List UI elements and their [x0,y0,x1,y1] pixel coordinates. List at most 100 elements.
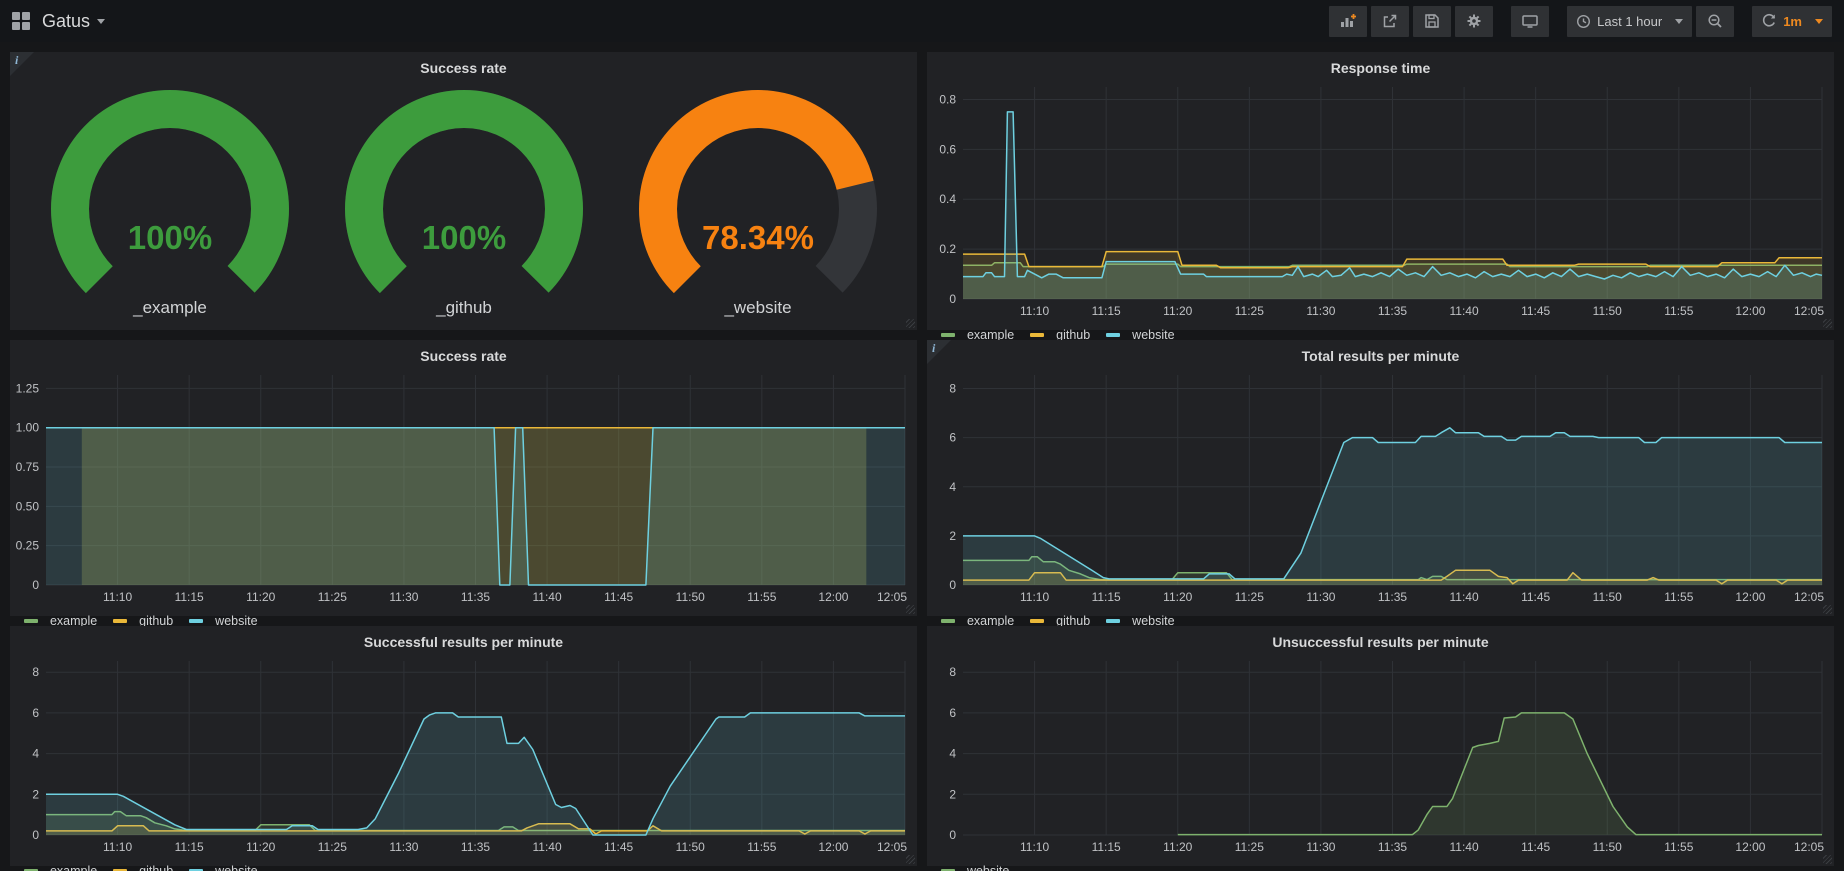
svg-text:11:25: 11:25 [1235,304,1264,318]
svg-text:11:35: 11:35 [1378,590,1407,604]
legend-color-dash [1106,619,1120,623]
svg-text:11:10: 11:10 [103,840,132,854]
chart-canvas: 0246811:1011:1511:2011:2511:3011:3511:40… [10,653,917,857]
svg-text:11:50: 11:50 [676,590,705,604]
legend-color-dash [1030,619,1044,623]
refresh-icon [1761,13,1777,29]
legend-item-_website[interactable]: _website [941,864,1009,871]
legend-color-dash [1030,333,1044,337]
time-range-button[interactable]: Last 1 hour [1567,6,1692,37]
unsuccessful-results-chart[interactable]: 0246811:1011:1511:2011:2511:3011:3511:40… [927,653,1834,862]
zoom-out-icon [1707,13,1723,29]
gauge-value: 100% [127,219,211,256]
svg-text:11:30: 11:30 [389,590,418,604]
tv-mode-button[interactable] [1511,6,1549,37]
svg-text:11:55: 11:55 [747,590,776,604]
svg-text:2: 2 [949,787,956,801]
share-button[interactable] [1371,6,1409,37]
svg-text:11:50: 11:50 [1593,590,1622,604]
legend-item-_website[interactable]: _website [189,864,257,871]
panel-title[interactable]: Total results per minute [927,340,1834,367]
panel-info-corner-icon[interactable]: i [927,340,951,364]
gauge-label: _example [132,298,207,317]
svg-text:11:30: 11:30 [1306,840,1335,854]
svg-text:12:05: 12:05 [1794,590,1824,604]
time-range-label: Last 1 hour [1597,14,1662,29]
svg-text:6: 6 [949,431,956,445]
svg-text:12:00: 12:00 [818,590,848,604]
panel-title[interactable]: Successful results per minute [10,626,917,653]
svg-text:11:40: 11:40 [1450,304,1479,318]
gauge-label: _github [435,298,492,317]
svg-text:11:40: 11:40 [1450,590,1479,604]
svg-text:12:05: 12:05 [877,840,907,854]
svg-text:11:20: 11:20 [1163,304,1192,318]
apps-grid-icon[interactable] [12,12,30,30]
total-results-chart[interactable]: 0246811:1011:1511:2011:2511:3011:3511:40… [927,367,1834,612]
legend-color-dash [941,333,955,337]
add-panel-button[interactable] [1329,6,1367,37]
svg-text:0.25: 0.25 [16,539,40,553]
refresh-button[interactable]: 1m [1752,6,1832,37]
svg-text:0: 0 [32,578,39,592]
panel-response-time: Response time 00.20.40.60.811:1011:1511:… [927,52,1834,330]
clock-icon [1576,14,1591,29]
chart-legend: _website [927,862,1834,871]
svg-text:11:35: 11:35 [461,590,490,604]
svg-text:11:55: 11:55 [1664,304,1693,318]
successful-results-chart[interactable]: 0246811:1011:1511:2011:2511:3011:3511:40… [10,653,917,862]
svg-text:0: 0 [32,828,39,842]
chart-canvas: 0246811:1011:1511:2011:2511:3011:3511:40… [927,367,1834,607]
panel-title[interactable]: Response time [927,52,1834,79]
navbar: Gatus [0,0,1844,42]
svg-text:11:25: 11:25 [1235,590,1264,604]
legend-color-dash [941,619,955,623]
svg-text:12:05: 12:05 [1794,304,1824,318]
svg-text:2: 2 [949,529,956,543]
settings-button[interactable] [1455,6,1493,37]
svg-text:0: 0 [949,578,956,592]
svg-text:8: 8 [949,665,956,679]
dashboard-title[interactable]: Gatus [42,11,90,32]
dashboard-grid: i Success rate 100%_example100%_github78… [0,42,1844,871]
svg-text:11:15: 11:15 [175,590,204,604]
tv-icon [1521,13,1539,29]
svg-text:0.2: 0.2 [939,242,956,256]
success-rate-chart[interactable]: 00.250.500.751.001.2511:1011:1511:2011:2… [10,367,917,612]
add-panel-icon [1339,13,1357,29]
gauge-_github: 100%_github [329,81,599,321]
svg-text:11:45: 11:45 [1521,840,1550,854]
caret-down-icon[interactable] [97,19,105,24]
svg-text:0.75: 0.75 [16,460,40,474]
panel-info-corner-icon[interactable]: i [10,52,34,76]
panel-title[interactable]: Success rate [10,340,917,367]
gauge-value: 78.34% [702,219,814,256]
svg-text:11:40: 11:40 [533,840,562,854]
svg-text:6: 6 [949,706,956,720]
save-button[interactable] [1413,6,1451,37]
zoom-out-button[interactable] [1696,6,1734,37]
gauge-_website: 78.34%_website [623,81,893,321]
panel-title[interactable]: Unsuccessful results per minute [927,626,1834,653]
panel-successful-results: Successful results per minute 0246811:10… [10,626,917,866]
legend-item-_example[interactable]: _example [24,864,97,871]
chart-canvas: 00.20.40.60.811:1011:1511:2011:2511:3011… [927,79,1834,321]
svg-text:12:05: 12:05 [877,590,907,604]
svg-text:11:45: 11:45 [604,840,633,854]
svg-text:4: 4 [949,480,956,494]
svg-text:6: 6 [32,706,39,720]
chart-canvas: 00.250.500.751.001.2511:1011:1511:2011:2… [10,367,917,607]
panel-title[interactable]: Success rate [10,52,917,79]
svg-text:12:00: 12:00 [1735,840,1765,854]
svg-text:12:00: 12:00 [818,840,848,854]
chart-legend: _example _github _website [10,862,917,871]
refresh-interval-label: 1m [1783,14,1802,29]
gauge-row: 100% _example 100%_github78.34%_website [10,79,917,330]
svg-text:2: 2 [32,787,39,801]
response-time-chart[interactable]: 00.20.40.60.811:1011:1511:2011:2511:3011… [927,79,1834,326]
legend-item-_github[interactable]: _github [113,864,173,871]
svg-text:11:40: 11:40 [533,590,562,604]
svg-text:11:20: 11:20 [1163,840,1192,854]
svg-text:1.00: 1.00 [16,421,40,435]
svg-text:11:15: 11:15 [1092,590,1121,604]
